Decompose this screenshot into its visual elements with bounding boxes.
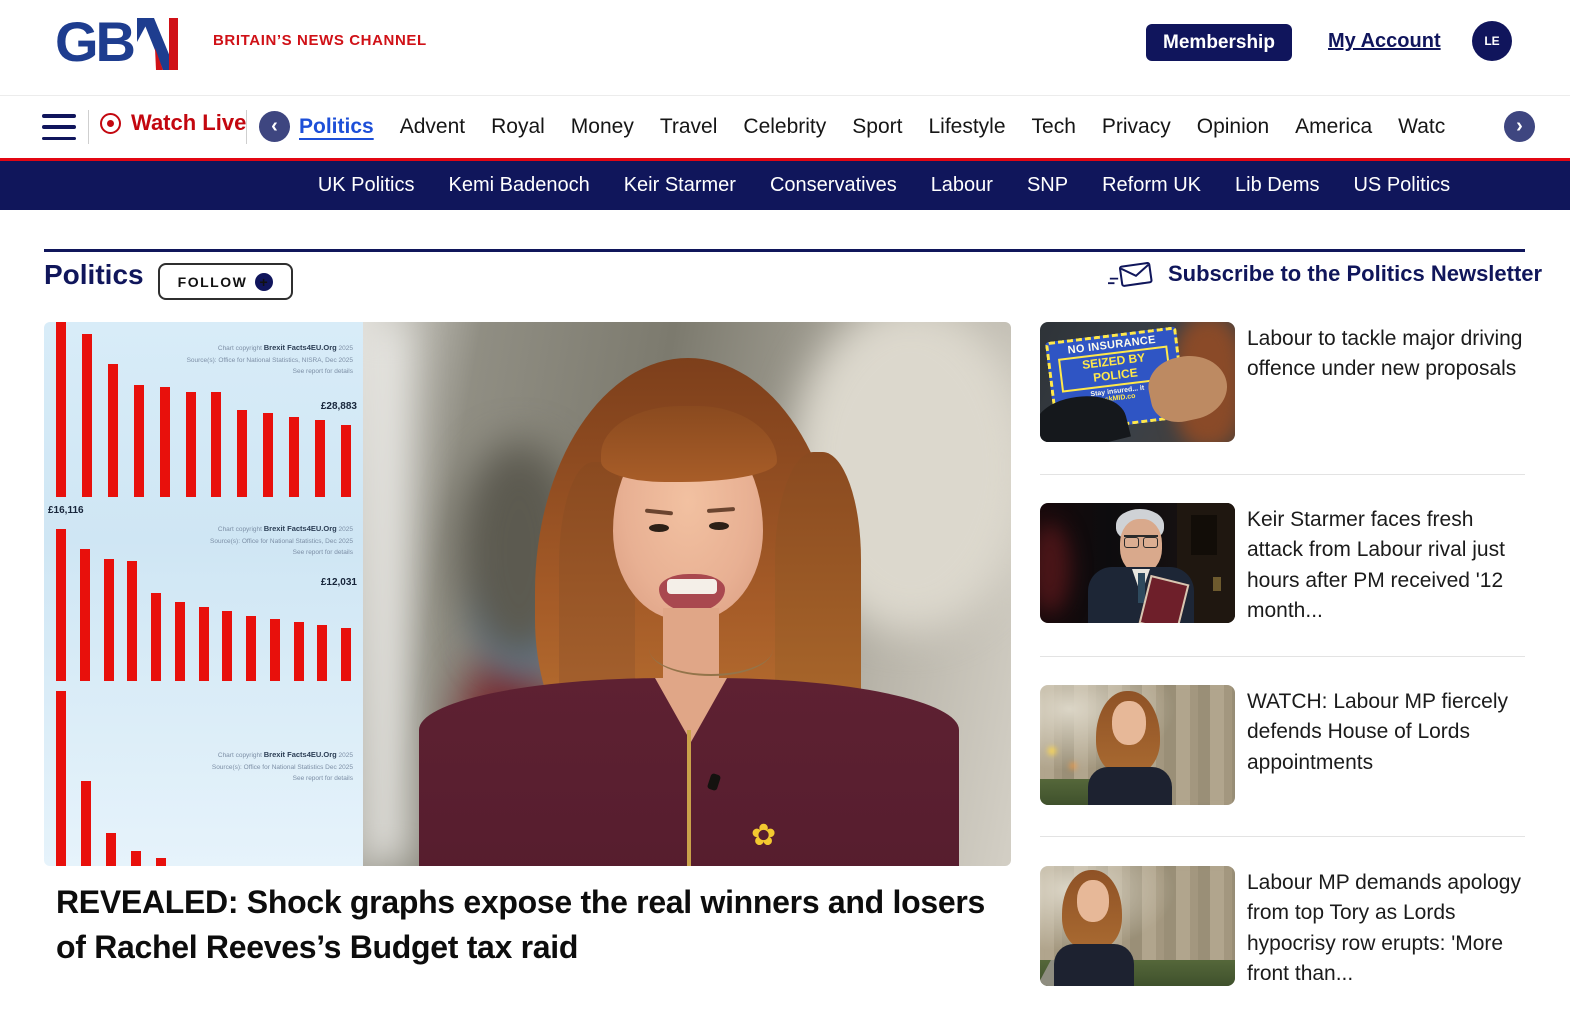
newsletter-label: Subscribe to the Politics Newsletter: [1168, 261, 1542, 287]
secondary-nav-item[interactable]: SNP: [1027, 174, 1068, 197]
primary-nav-item[interactable]: Royal: [491, 115, 545, 139]
secondary-nav-item[interactable]: Keir Starmer: [624, 174, 736, 197]
membership-button[interactable]: Membership: [1146, 24, 1292, 61]
primary-nav-links: Politics Advent Royal Money Travel Celeb…: [299, 96, 1499, 158]
nav-divider: [88, 110, 89, 144]
primary-nav-item[interactable]: Watc: [1398, 115, 1445, 139]
gbn-logo-gb-text: GB: [55, 10, 133, 74]
sidebar-article-2[interactable]: Keir Starmer faces fresh attack from Lab…: [1040, 503, 1525, 627]
primary-nav-item[interactable]: Celebrity: [743, 115, 826, 139]
primary-nav-item[interactable]: Sport: [852, 115, 902, 139]
secondary-nav-item[interactable]: UK Politics: [318, 174, 415, 197]
sidebar-article-headline: Keir Starmer faces fresh attack from Lab…: [1247, 503, 1525, 627]
page-title: Politics: [44, 259, 144, 291]
chart-average-3: Chart copyright Brexit Facts4EU.Org 2025…: [44, 683, 363, 866]
sidebar-article-headline: WATCH: Labour MP fiercely defends House …: [1247, 685, 1525, 805]
primary-nav-item[interactable]: Advent: [400, 115, 465, 139]
sidebar-divider: [1040, 656, 1525, 657]
chart-value-label: £12,031: [321, 577, 357, 588]
sidebar-article-headline: Labour to tackle major driving offence u…: [1247, 322, 1525, 442]
my-account-link[interactable]: My Account: [1328, 30, 1441, 53]
secondary-nav-item[interactable]: Conservatives: [770, 174, 897, 197]
daffodil-pin: ✿: [751, 818, 776, 853]
primary-nav-item[interactable]: America: [1295, 115, 1372, 139]
sidebar-article-headline: Labour MP demands apology from top Tory …: [1247, 866, 1525, 990]
follow-label: FOLLOW: [178, 274, 248, 290]
chart-value-label: £28,883: [321, 401, 357, 412]
nav-divider: [246, 110, 247, 144]
primary-nav-item[interactable]: Tech: [1032, 115, 1076, 139]
plus-icon: +: [255, 273, 273, 291]
gbn-logo[interactable]: GB: [55, 10, 181, 74]
primary-nav-item[interactable]: Politics: [299, 115, 374, 139]
primary-nav-item[interactable]: Opinion: [1197, 115, 1269, 139]
sidebar-divider: [1040, 836, 1525, 837]
sidebar-article-1-thumbnail: NO INSURANCE SEIZED BY POLICE Stay insur…: [1040, 322, 1235, 442]
section-rule: [44, 249, 1525, 252]
sidebar-article-4-thumbnail: [1040, 866, 1235, 986]
nav-scroll-right-button[interactable]: ›: [1504, 111, 1535, 142]
gbn-logo-n-icon: [137, 18, 181, 70]
channel-tagline: BRITAIN’S NEWS CHANNEL: [213, 32, 427, 49]
main-article-headline[interactable]: REVEALED: Shock graphs expose the real w…: [56, 880, 986, 971]
rachel-reeves-photo: ✿: [363, 322, 1011, 866]
primary-nav-item[interactable]: Travel: [660, 115, 718, 139]
chart-average-1: Chart copyright Brexit Facts4EU.Org 2025…: [44, 322, 363, 501]
gb-news-politics-page: GB BRITAIN’S NEWS CHANNEL Membership My …: [0, 0, 1570, 1028]
primary-nav-item[interactable]: Money: [571, 115, 634, 139]
newsletter-subscribe-link[interactable]: Subscribe to the Politics Newsletter: [1108, 258, 1542, 290]
watch-live-label: Watch Live: [131, 110, 246, 136]
site-header: GB BRITAIN’S NEWS CHANNEL Membership My …: [0, 0, 1570, 96]
secondary-nav-item[interactable]: Kemi Badenoch: [449, 174, 590, 197]
sidebar-article-3-thumbnail: [1040, 685, 1235, 805]
primary-nav-item[interactable]: Lifestyle: [928, 115, 1005, 139]
primary-nav-item[interactable]: Privacy: [1102, 115, 1171, 139]
sidebar-article-2-thumbnail: [1040, 503, 1235, 623]
chart-average-2: £16,116 Chart copyright Brexit Facts4EU.…: [44, 501, 363, 683]
budget-charts-panel: Chart copyright Brexit Facts4EU.Org 2025…: [44, 322, 363, 866]
sidebar-divider: [1040, 474, 1525, 475]
secondary-nav-item[interactable]: Labour: [931, 174, 993, 197]
nav-scroll-left-button[interactable]: ‹: [259, 111, 290, 142]
live-dot-icon: [100, 113, 121, 134]
follow-button[interactable]: FOLLOW +: [158, 263, 293, 300]
sidebar-article-1[interactable]: NO INSURANCE SEIZED BY POLICE Stay insur…: [1040, 322, 1525, 442]
secondary-nav-item[interactable]: US Politics: [1353, 174, 1450, 197]
menu-hamburger-icon[interactable]: [42, 114, 76, 140]
user-avatar[interactable]: LE: [1472, 21, 1512, 61]
secondary-nav: UK Politics Kemi Badenoch Keir Starmer C…: [0, 161, 1570, 210]
envelope-icon: [1108, 258, 1156, 290]
watch-live-link[interactable]: Watch Live: [100, 110, 246, 136]
chart-value-label: £16,116: [48, 505, 84, 516]
sidebar-article-3[interactable]: WATCH: Labour MP fiercely defends House …: [1040, 685, 1525, 805]
sidebar-article-4[interactable]: Labour MP demands apology from top Tory …: [1040, 866, 1525, 990]
main-article-image[interactable]: Chart copyright Brexit Facts4EU.Org 2025…: [44, 322, 1011, 866]
primary-nav: Watch Live ‹ Politics Advent Royal Money…: [0, 96, 1570, 158]
secondary-nav-item[interactable]: Lib Dems: [1235, 174, 1319, 197]
secondary-nav-item[interactable]: Reform UK: [1102, 174, 1201, 197]
